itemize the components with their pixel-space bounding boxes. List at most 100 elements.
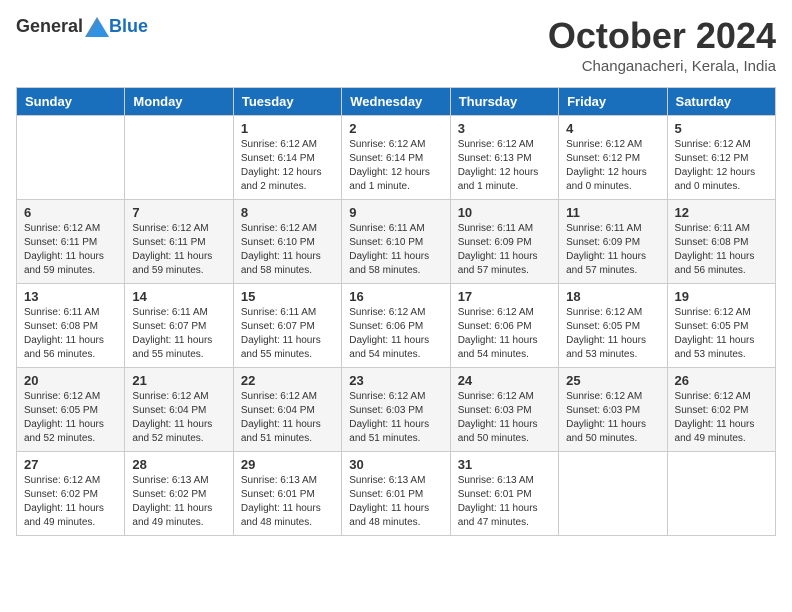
- day-number: 13: [24, 289, 117, 304]
- month-title: October 2024: [548, 16, 776, 56]
- day-info: Sunrise: 6:12 AMSunset: 6:02 PMDaylight:…: [675, 390, 768, 446]
- location: Changanacheri, Kerala, India: [548, 58, 776, 75]
- calendar-cell: 29 Sunrise: 6:13 AMSunset: 6:01 PMDayligh…: [233, 451, 341, 535]
- day-info: Sunrise: 6:11 AMSunset: 6:10 PMDaylight:…: [349, 222, 442, 278]
- calendar-cell: [17, 115, 125, 199]
- page-header: General Blue October 2024 Changanacheri,…: [16, 16, 776, 75]
- weekday-header-thursday: Thursday: [450, 87, 558, 115]
- day-number: 29: [241, 457, 334, 472]
- day-number: 24: [458, 373, 551, 388]
- day-number: 2: [349, 121, 442, 136]
- calendar-cell: 15Sunrise: 6:11 AMSunset: 6:07 PMDayligh…: [233, 283, 341, 367]
- weekday-header-monday: Monday: [125, 87, 233, 115]
- calendar-cell: 5Sunrise: 6:12 AMSunset: 6:12 PMDaylight…: [667, 115, 775, 199]
- calendar-cell: 12Sunrise: 6:11 AMSunset: 6:08 PMDayligh…: [667, 199, 775, 283]
- calendar-cell: 10 Sunrise: 6:11 AMSunset: 6:09 PMDayligh…: [450, 199, 558, 283]
- day-info: Sunrise: 6:12 AMSunset: 6:14 PMDaylight:…: [241, 138, 334, 194]
- day-info: Sunrise: 6:11 AMSunset: 6:08 PMDaylight:…: [24, 306, 117, 362]
- day-info: Sunrise: 6:13 AMSunset: 6:01 PMDaylight:…: [241, 474, 334, 530]
- day-number: 31: [458, 457, 551, 472]
- calendar-cell: [559, 451, 667, 535]
- day-number: 3: [458, 121, 551, 136]
- day-number: 11: [566, 205, 659, 220]
- calendar-cell: 6Sunrise: 6:12 AMSunset: 6:11 PMDaylight…: [17, 199, 125, 283]
- calendar-week-2: 6Sunrise: 6:12 AMSunset: 6:11 PMDaylight…: [17, 199, 776, 283]
- calendar-cell: 8 Sunrise: 6:12 AMSunset: 6:10 PMDaylight…: [233, 199, 341, 283]
- calendar-cell: 17 Sunrise: 6:12 AMSunset: 6:06 PMDayligh…: [450, 283, 558, 367]
- day-info: Sunrise: 6:12 AMSunset: 6:10 PMDaylight:…: [241, 222, 334, 278]
- logo-general: General: [16, 16, 83, 37]
- day-number: 26: [675, 373, 768, 388]
- day-number: 7: [132, 205, 225, 220]
- calendar-cell: 21Sunrise: 6:12 AMSunset: 6:04 PMDayligh…: [125, 367, 233, 451]
- day-number: 27: [24, 457, 117, 472]
- weekday-header-friday: Friday: [559, 87, 667, 115]
- weekday-header-tuesday: Tuesday: [233, 87, 341, 115]
- day-number: 22: [241, 373, 334, 388]
- day-info: Sunrise: 6:11 AMSunset: 6:09 PMDaylight:…: [458, 222, 551, 278]
- calendar-cell: 2 Sunrise: 6:12 AMSunset: 6:14 PMDaylight…: [342, 115, 450, 199]
- day-number: 19: [675, 289, 768, 304]
- day-number: 25: [566, 373, 659, 388]
- day-number: 4: [566, 121, 659, 136]
- day-info: Sunrise: 6:12 AMSunset: 6:05 PMDaylight:…: [566, 306, 659, 362]
- day-info: Sunrise: 6:13 AMSunset: 6:01 PMDaylight:…: [349, 474, 442, 530]
- day-info: Sunrise: 6:12 AMSunset: 6:05 PMDaylight:…: [675, 306, 768, 362]
- day-number: 30: [349, 457, 442, 472]
- calendar-cell: 22Sunrise: 6:12 AMSunset: 6:04 PMDayligh…: [233, 367, 341, 451]
- calendar-cell: [125, 115, 233, 199]
- day-info: Sunrise: 6:11 AMSunset: 6:08 PMDaylight:…: [675, 222, 768, 278]
- calendar-cell: 25 Sunrise: 6:12 AMSunset: 6:03 PMDayligh…: [559, 367, 667, 451]
- calendar-week-4: 20 Sunrise: 6:12 AMSunset: 6:05 PMDayligh…: [17, 367, 776, 451]
- logo-icon: [85, 17, 109, 37]
- day-info: Sunrise: 6:12 AMSunset: 6:14 PMDaylight:…: [349, 138, 442, 194]
- day-info: Sunrise: 6:11 AMSunset: 6:09 PMDaylight:…: [566, 222, 659, 278]
- day-info: Sunrise: 6:12 AMSunset: 6:05 PMDaylight:…: [24, 390, 117, 446]
- calendar-table: SundayMondayTuesdayWednesdayThursdayFrid…: [16, 87, 776, 536]
- title-section: October 2024 Changanacheri, Kerala, Indi…: [548, 16, 776, 75]
- calendar-week-1: 1 Sunrise: 6:12 AMSunset: 6:14 PMDaylight…: [17, 115, 776, 199]
- logo-blue: Blue: [109, 16, 148, 37]
- day-number: 17: [458, 289, 551, 304]
- calendar-cell: 14 Sunrise: 6:11 AMSunset: 6:07 PMDayligh…: [125, 283, 233, 367]
- calendar-cell: 19 Sunrise: 6:12 AMSunset: 6:05 PMDayligh…: [667, 283, 775, 367]
- day-number: 1: [241, 121, 334, 136]
- calendar-cell: 7 Sunrise: 6:12 AMSunset: 6:11 PMDaylight…: [125, 199, 233, 283]
- day-info: Sunrise: 6:12 AMSunset: 6:12 PMDaylight:…: [566, 138, 659, 194]
- calendar-cell: 28Sunrise: 6:13 AMSunset: 6:02 PMDayligh…: [125, 451, 233, 535]
- calendar-cell: 11 Sunrise: 6:11 AMSunset: 6:09 PMDayligh…: [559, 199, 667, 283]
- logo: General Blue: [16, 16, 148, 37]
- day-number: 23: [349, 373, 442, 388]
- calendar-cell: [667, 451, 775, 535]
- day-info: Sunrise: 6:12 AMSunset: 6:06 PMDaylight:…: [349, 306, 442, 362]
- day-number: 8: [241, 205, 334, 220]
- calendar-cell: 1 Sunrise: 6:12 AMSunset: 6:14 PMDaylight…: [233, 115, 341, 199]
- calendar-cell: 30 Sunrise: 6:13 AMSunset: 6:01 PMDayligh…: [342, 451, 450, 535]
- calendar-cell: 16Sunrise: 6:12 AMSunset: 6:06 PMDayligh…: [342, 283, 450, 367]
- day-number: 10: [458, 205, 551, 220]
- day-number: 21: [132, 373, 225, 388]
- day-info: Sunrise: 6:12 AMSunset: 6:06 PMDaylight:…: [458, 306, 551, 362]
- day-number: 15: [241, 289, 334, 304]
- day-number: 20: [24, 373, 117, 388]
- day-number: 28: [132, 457, 225, 472]
- calendar-cell: 4 Sunrise: 6:12 AMSunset: 6:12 PMDaylight…: [559, 115, 667, 199]
- day-info: Sunrise: 6:11 AMSunset: 6:07 PMDaylight:…: [132, 306, 225, 362]
- day-info: Sunrise: 6:12 AMSunset: 6:02 PMDaylight:…: [24, 474, 117, 530]
- day-info: Sunrise: 6:12 AMSunset: 6:03 PMDaylight:…: [566, 390, 659, 446]
- weekday-header-row: SundayMondayTuesdayWednesdayThursdayFrid…: [17, 87, 776, 115]
- day-number: 9: [349, 205, 442, 220]
- day-number: 18: [566, 289, 659, 304]
- calendar-cell: 3Sunrise: 6:12 AMSunset: 6:13 PMDaylight…: [450, 115, 558, 199]
- calendar-cell: 24Sunrise: 6:12 AMSunset: 6:03 PMDayligh…: [450, 367, 558, 451]
- day-info: Sunrise: 6:12 AMSunset: 6:11 PMDaylight:…: [132, 222, 225, 278]
- day-number: 14: [132, 289, 225, 304]
- calendar-week-5: 27 Sunrise: 6:12 AMSunset: 6:02 PMDayligh…: [17, 451, 776, 535]
- weekday-header-saturday: Saturday: [667, 87, 775, 115]
- weekday-header-wednesday: Wednesday: [342, 87, 450, 115]
- day-info: Sunrise: 6:13 AMSunset: 6:01 PMDaylight:…: [458, 474, 551, 530]
- day-info: Sunrise: 6:12 AMSunset: 6:12 PMDaylight:…: [675, 138, 768, 194]
- calendar-header: SundayMondayTuesdayWednesdayThursdayFrid…: [17, 87, 776, 115]
- calendar-cell: 13 Sunrise: 6:11 AMSunset: 6:08 PMDayligh…: [17, 283, 125, 367]
- calendar-cell: 23Sunrise: 6:12 AMSunset: 6:03 PMDayligh…: [342, 367, 450, 451]
